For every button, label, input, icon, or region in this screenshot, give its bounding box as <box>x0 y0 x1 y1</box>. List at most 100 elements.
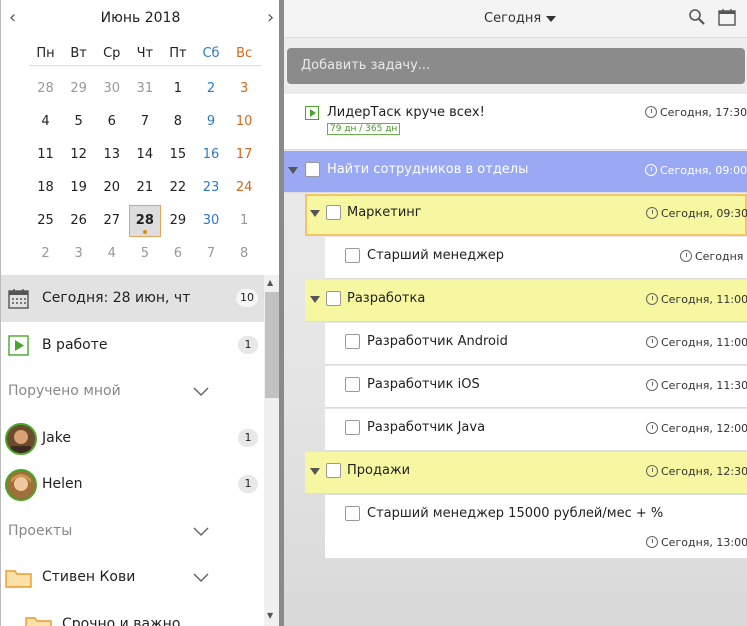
calendar-day[interactable]: 8 <box>161 114 194 129</box>
calendar-day[interactable]: 30 <box>95 81 128 96</box>
task-row[interactable]: Продажи Сегодня, 12:30 <box>305 452 747 494</box>
calendar-day[interactable]: 25 <box>29 213 62 228</box>
calendar-day[interactable]: 24 <box>228 180 261 195</box>
scroll-thumb[interactable] <box>265 292 279 398</box>
nav-user-helen[interactable]: Helen 1 <box>1 461 264 508</box>
calendar-day[interactable]: 8 <box>228 246 261 261</box>
calendar-day-today[interactable]: 28 <box>128 204 161 237</box>
nav-today-count: 10 <box>236 289 258 307</box>
task-row[interactable]: ЛидерТаск круче всех! 79 дн / 365 дн Сег… <box>284 94 747 150</box>
task-checkbox[interactable] <box>345 377 360 392</box>
nav-item-today[interactable]: Сегодня: 28 июн, чт 10 <box>1 275 264 322</box>
calendar-day[interactable]: 6 <box>161 246 194 261</box>
task-row[interactable]: Разработчик Android Сегодня, 11:00 <box>325 323 747 365</box>
add-task-input[interactable]: Добавить задачу... <box>287 48 745 84</box>
calendar-day[interactable]: 20 <box>95 180 128 195</box>
sidebar-scrollbar[interactable]: ▲ ▼ <box>264 275 279 626</box>
left-panel: ‹ Июнь 2018 › Пн Вт Ср Чт Пт Сб Вс 28 29 30 31 1 2 3 4… <box>0 0 279 626</box>
calendar-day[interactable]: 23 <box>194 180 227 195</box>
collapse-icon[interactable] <box>310 296 320 303</box>
week-row: 11 12 13 14 15 16 17 <box>29 138 261 171</box>
calendar-day[interactable]: 12 <box>62 147 95 162</box>
search-icon[interactable] <box>688 8 706 26</box>
nav-sub-project[interactable]: Срочно и важно <box>1 601 264 626</box>
task-checkbox[interactable] <box>345 420 360 435</box>
calendar-day[interactable]: 3 <box>62 246 95 261</box>
task-checkbox[interactable] <box>345 334 360 349</box>
calendar-day[interactable]: 19 <box>62 180 95 195</box>
calendar-day[interactable]: 7 <box>128 114 161 129</box>
nav-section-assigned[interactable]: Поручено мной <box>1 368 264 415</box>
task-title: Разработка <box>347 291 426 306</box>
nav-in-work-count: 1 <box>238 335 258 354</box>
calendar-day[interactable]: 11 <box>29 147 62 162</box>
calendar-day[interactable]: 29 <box>62 81 95 96</box>
calendar-day[interactable]: 13 <box>95 147 128 162</box>
calendar-day[interactable]: 2 <box>29 246 62 261</box>
next-month-button[interactable]: › <box>267 8 274 28</box>
calendar-day[interactable]: 21 <box>128 180 161 195</box>
calendar-day[interactable]: 1 <box>161 81 194 96</box>
nav-user-jake[interactable]: Jake 1 <box>1 415 264 462</box>
task-row[interactable]: Старший менеджер 15000 рублей/мес + % Се… <box>325 495 747 559</box>
task-checkbox[interactable] <box>326 205 341 220</box>
nav-item-in-work[interactable]: В работе 1 <box>1 322 264 369</box>
chevron-down-icon[interactable] <box>193 383 209 399</box>
scroll-down-icon[interactable]: ▼ <box>267 611 273 620</box>
today-select[interactable]: Сегодня <box>484 11 557 26</box>
collapse-icon[interactable] <box>288 167 298 174</box>
task-checkbox[interactable] <box>345 248 360 263</box>
chevron-down-icon[interactable] <box>193 523 209 539</box>
clock-icon <box>645 164 657 176</box>
calendar-day[interactable]: 5 <box>62 114 95 129</box>
task-row[interactable]: Найти сотрудников в отделы Сегодня, 09:0… <box>284 151 747 193</box>
task-checkbox[interactable] <box>326 291 341 306</box>
calendar-day[interactable]: 14 <box>128 147 161 162</box>
task-checkbox[interactable] <box>305 162 320 177</box>
calendar-day[interactable]: 4 <box>95 246 128 261</box>
calendar-day[interactable]: 18 <box>29 180 62 195</box>
calendar-icon[interactable] <box>718 8 736 26</box>
calendar-day[interactable]: 22 <box>161 180 194 195</box>
calendar-day[interactable]: 9 <box>194 114 227 129</box>
calendar-day[interactable]: 30 <box>194 213 227 228</box>
task-row[interactable]: Разработчик iOS Сегодня, 11:30 <box>325 366 747 408</box>
calendar-day[interactable]: 15 <box>161 147 194 162</box>
calendar-day[interactable]: 6 <box>95 114 128 129</box>
weekday-label: Пн <box>36 46 55 61</box>
calendar-day[interactable]: 16 <box>194 147 227 162</box>
calendar-day[interactable]: 7 <box>194 246 227 261</box>
task-checkbox[interactable] <box>326 463 341 478</box>
chevron-down-icon[interactable] <box>193 569 209 585</box>
calendar-day[interactable]: 5 <box>128 246 161 261</box>
play-icon[interactable] <box>305 106 319 120</box>
nav-section-projects[interactable]: Проекты <box>1 508 264 555</box>
clock-icon <box>646 293 658 305</box>
calendar-day[interactable]: 26 <box>62 213 95 228</box>
task-row[interactable]: Старший менеджер Сегодня <box>325 237 747 279</box>
calendar-day[interactable]: 2 <box>194 81 227 96</box>
task-checkbox[interactable] <box>345 506 360 521</box>
calendar-day[interactable]: 27 <box>95 213 128 228</box>
task-row[interactable]: Разработка Сегодня, 11:00 <box>305 280 747 322</box>
today-select-label: Сегодня <box>484 11 542 26</box>
calendar-day[interactable]: 10 <box>228 114 261 129</box>
collapse-icon[interactable] <box>310 210 320 217</box>
calendar-title: Июнь 2018 <box>100 10 181 26</box>
nav-project-covey[interactable]: Стивен Кови <box>1 554 264 601</box>
calendar-day[interactable]: 29 <box>161 213 194 228</box>
calendar-day[interactable]: 28 <box>29 81 62 96</box>
collapse-icon[interactable] <box>310 468 320 475</box>
user-count-jake: 1 <box>238 428 258 447</box>
calendar-day[interactable]: 31 <box>128 81 161 96</box>
calendar-day[interactable]: 4 <box>29 114 62 129</box>
calendar-day[interactable]: 17 <box>228 147 261 162</box>
scroll-up-icon[interactable]: ▲ <box>267 278 273 287</box>
calendar-day[interactable]: 1 <box>228 213 261 228</box>
task-row[interactable]: Разработчик Java Сегодня, 12:00 <box>325 409 747 451</box>
user-name-helen: Helen <box>42 476 83 493</box>
calendar-day[interactable]: 3 <box>228 81 261 96</box>
top-bar: Сегодня <box>284 0 747 38</box>
weekday-label: Вт <box>70 46 87 61</box>
task-row[interactable]: Маркетинг Сегодня, 09:30 <box>305 194 747 236</box>
